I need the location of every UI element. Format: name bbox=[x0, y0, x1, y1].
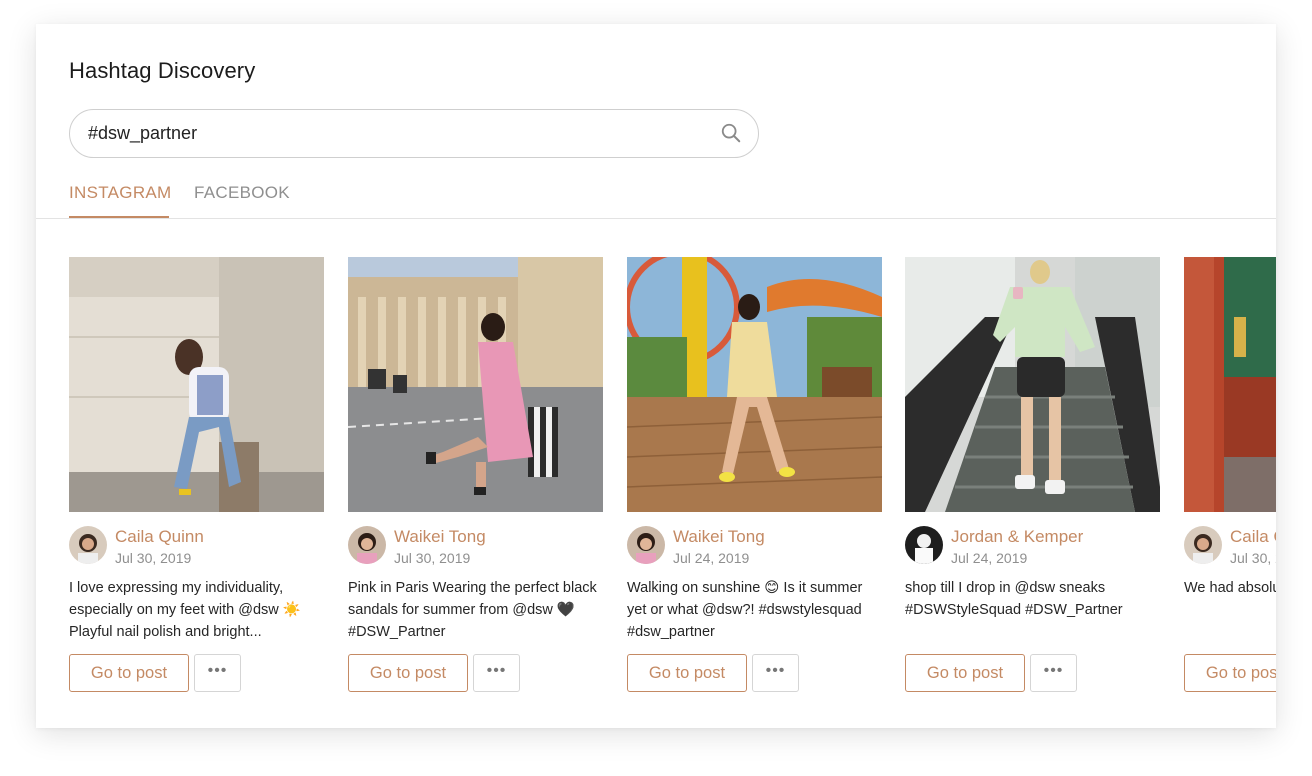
post-date: Jul 24, 2019 bbox=[951, 550, 1028, 566]
post-photo[interactable] bbox=[69, 257, 324, 512]
post-date: Jul 24, 2019 bbox=[673, 550, 750, 566]
post-caption: Walking on sunshine 😊 Is it summer yet o… bbox=[627, 580, 863, 640]
post-card: Jordan & Kemper Jul 24, 2019 shop till I… bbox=[905, 257, 1160, 692]
post-photo[interactable] bbox=[905, 257, 1160, 512]
post-caption: shop till I drop in @dsw sneaks #DSWStyl… bbox=[905, 580, 1123, 618]
author-name[interactable]: Caila Quinn bbox=[1230, 527, 1276, 547]
go-to-post-button[interactable]: Go to post bbox=[348, 654, 468, 692]
post-carousel: Caila Quinn Jul 30, 2019 I love expressi… bbox=[69, 257, 1276, 697]
more-options-button[interactable]: ••• bbox=[1030, 654, 1077, 692]
post-date: Jul 30, 2019 bbox=[115, 550, 192, 566]
post-caption: Pink in Paris Wearing the perfect black … bbox=[348, 580, 597, 640]
post-card: Waikei Tong Jul 30, 2019 Pink in Paris W… bbox=[348, 257, 603, 692]
post-author: Waikei Tong Jul 30, 2019 bbox=[348, 525, 603, 566]
post-card: Caila Quinn Jul 30, 2019 We had absolute… bbox=[1184, 257, 1276, 692]
tab-facebook[interactable]: FACEBOOK bbox=[194, 183, 290, 216]
avatar[interactable] bbox=[69, 526, 107, 564]
hashtag-discovery-panel: Hashtag Discovery INSTAGRAM FACEBOOK bbox=[36, 24, 1276, 728]
post-photo[interactable] bbox=[627, 257, 882, 512]
search-input[interactable] bbox=[88, 110, 688, 157]
more-options-button[interactable]: ••• bbox=[194, 654, 241, 692]
go-to-post-button[interactable]: Go to post bbox=[1184, 654, 1276, 692]
avatar[interactable] bbox=[905, 526, 943, 564]
go-to-post-button[interactable]: Go to post bbox=[69, 654, 189, 692]
search-box[interactable] bbox=[69, 109, 759, 158]
avatar[interactable] bbox=[1184, 526, 1222, 564]
post-date: Jul 30, 2019 bbox=[394, 550, 471, 566]
more-options-button[interactable]: ••• bbox=[473, 654, 520, 692]
platform-tabs: INSTAGRAM FACEBOOK bbox=[36, 179, 1276, 219]
avatar[interactable] bbox=[627, 526, 665, 564]
post-author: Caila Quinn Jul 30, 2019 bbox=[69, 525, 324, 566]
post-author: Waikei Tong Jul 24, 2019 bbox=[627, 525, 882, 566]
avatar[interactable] bbox=[348, 526, 386, 564]
author-name[interactable]: Caila Quinn bbox=[115, 527, 204, 547]
more-options-button[interactable]: ••• bbox=[752, 654, 799, 692]
post-author: Jordan & Kemper Jul 24, 2019 bbox=[905, 525, 1160, 566]
post-caption: We had absolutely bbox=[1184, 580, 1276, 596]
post-photo[interactable] bbox=[1184, 257, 1276, 512]
go-to-post-button[interactable]: Go to post bbox=[627, 654, 747, 692]
post-author: Caila Quinn Jul 30, 2019 bbox=[1184, 525, 1276, 566]
post-photo[interactable] bbox=[348, 257, 603, 512]
post-caption: I love expressing my individuality, espe… bbox=[69, 580, 301, 640]
author-name[interactable]: Waikei Tong bbox=[673, 527, 765, 547]
go-to-post-button[interactable]: Go to post bbox=[905, 654, 1025, 692]
post-date: Jul 30, 2019 bbox=[1230, 550, 1276, 566]
author-name[interactable]: Jordan & Kemper bbox=[951, 527, 1083, 547]
tab-instagram[interactable]: INSTAGRAM bbox=[69, 183, 171, 218]
post-card: Caila Quinn Jul 30, 2019 I love expressi… bbox=[69, 257, 324, 692]
author-name[interactable]: Waikei Tong bbox=[394, 527, 486, 547]
search-icon[interactable] bbox=[720, 122, 742, 144]
page-title: Hashtag Discovery bbox=[69, 58, 256, 83]
post-card: Waikei Tong Jul 24, 2019 Walking on suns… bbox=[627, 257, 882, 692]
